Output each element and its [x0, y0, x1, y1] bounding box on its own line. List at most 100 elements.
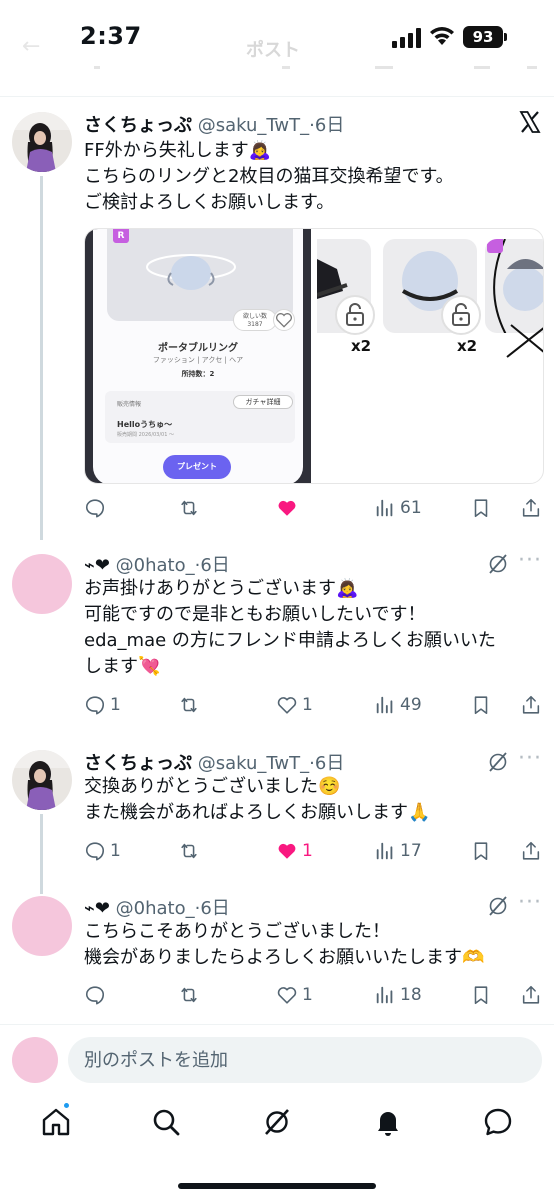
views-button[interactable]: 49 [374, 691, 422, 719]
post-text: FF外から失礼します🙇‍♀️ こちらのリングと2枚目の猫耳交換希望です。 ご検討… [84, 138, 544, 216]
repost-button[interactable] [178, 691, 204, 719]
add-post-input[interactable] [68, 1037, 542, 1083]
avatar[interactable] [12, 112, 72, 172]
present-button: プレゼント [163, 455, 231, 479]
more-options-icon[interactable]: ··· [518, 890, 542, 915]
heart-filled-icon [278, 500, 296, 516]
handle[interactable]: @saku_TwT_ [198, 753, 309, 774]
view-count: 18 [400, 985, 422, 1005]
item-name: ポータブルリング [158, 343, 238, 354]
like-button[interactable]: 1 [276, 837, 313, 865]
views-button[interactable]: 61 [374, 494, 422, 522]
notifications-icon [378, 1112, 398, 1136]
post[interactable]: さくちょっぷ @saku_TwT_·6日 ··· 交換ありがとうございました☺️… [0, 740, 554, 886]
post-text-line: FF外から失礼します🙇‍♀️ [84, 140, 272, 161]
reply-button[interactable] [84, 494, 110, 522]
bookmark-button[interactable] [470, 981, 492, 1009]
sales-label: 販売情報 [117, 401, 142, 408]
views-icon [376, 499, 393, 517]
display-name[interactable]: ⌁❤ [84, 555, 110, 576]
item-category: ファッション | アクセ | ヘア [152, 356, 244, 364]
repost-button[interactable] [178, 837, 204, 865]
display-name[interactable]: ⌁❤ [84, 898, 110, 919]
want-label: 欲しい数 [242, 313, 267, 320]
gacha-detail-button: ガチャ詳細 [233, 395, 293, 409]
post-text-line: 機会がありましたらよろしくお願いいたします🫶 [84, 947, 485, 968]
share-icon [522, 695, 540, 714]
like-count: 1 [302, 695, 313, 715]
timestamp[interactable]: ·6日 [195, 898, 230, 919]
reply-count: 1 [110, 841, 121, 861]
item-owned: 所持数：2 [181, 370, 215, 378]
post[interactable]: ⌁❤ @0hato_·6日 ··· お声掛けありがとうございます🙇‍♀️ 可能で… [0, 540, 554, 740]
handle[interactable]: @0hato_ [116, 555, 195, 576]
repost-button[interactable] [178, 981, 204, 1009]
bookmark-button[interactable] [470, 691, 492, 719]
avatar [12, 1037, 58, 1083]
timestamp[interactable]: ·6日 [309, 115, 344, 136]
bookmark-button[interactable] [470, 837, 492, 865]
avatar[interactable] [12, 750, 72, 810]
post-text: 交換ありがとうございました☺️ また機会があればよろしくお願いします🙏 [84, 774, 544, 826]
tab-messages[interactable] [482, 1106, 514, 1138]
post[interactable]: さくちょっぷ @saku_TwT_·6日 FF外から失礼します🙇‍♀️ こちらの… [0, 0, 554, 540]
share-button[interactable] [520, 691, 542, 719]
timestamp[interactable]: ·6日 [309, 753, 344, 774]
favorite-heart-icon [273, 309, 295, 331]
bookmark-button[interactable] [470, 494, 492, 522]
reply-button[interactable]: 1 [84, 837, 121, 865]
x-logo-icon [519, 111, 541, 133]
display-name[interactable]: さくちょっぷ [84, 115, 192, 136]
avatar[interactable] [12, 554, 72, 614]
timestamp[interactable]: ·6日 [195, 555, 230, 576]
views-button[interactable]: 17 [374, 837, 422, 865]
post-text-line: 交換ありがとうございました☺️ [84, 776, 341, 797]
media-image-1[interactable]: R 欲しい数 3187 ポータブルリング ファッション | アクセ | ヘア 所… [85, 229, 311, 483]
post[interactable]: ⌁❤ @0hato_·6日 ··· こちらこそありがとうございました！ 機会があ… [0, 886, 554, 1024]
reply-icon [85, 842, 105, 861]
share-button[interactable] [520, 981, 542, 1009]
more-options-icon[interactable]: ··· [518, 746, 542, 771]
item-preview [107, 229, 293, 321]
like-button[interactable]: 1 [276, 691, 313, 719]
view-count: 61 [400, 498, 422, 518]
share-button[interactable] [520, 494, 542, 522]
grok-icon[interactable] [486, 894, 510, 918]
grok-icon[interactable] [486, 750, 510, 774]
app-screenshot: R 欲しい数 3187 ポータブルリング ファッション | アクセ | ヘア 所… [93, 229, 303, 483]
grok-icon[interactable] [486, 552, 510, 576]
reply-button[interactable]: 1 [84, 691, 121, 719]
share-button[interactable] [520, 837, 542, 865]
like-button[interactable]: 1 [276, 981, 313, 1009]
post-media[interactable]: R 欲しい数 3187 ポータブルリング ファッション | アクセ | ヘア 所… [84, 228, 544, 484]
views-icon [376, 986, 393, 1004]
view-count: 49 [400, 695, 422, 715]
display-name[interactable]: さくちょっぷ [84, 753, 192, 774]
post-text-line: 可能ですので是非ともお願いしたいです！ [84, 604, 426, 625]
post-actions: 61 [84, 494, 544, 522]
handle[interactable]: @0hato_ [116, 898, 195, 919]
lock-icon [441, 295, 481, 335]
avatar[interactable] [12, 896, 72, 956]
heart-filled-icon [278, 843, 296, 859]
repost-button[interactable] [178, 494, 204, 522]
sales-period: 販売期間 2026/03/01 〜 [117, 432, 174, 438]
tab-home[interactable] [40, 1106, 72, 1138]
reply-button[interactable] [84, 981, 110, 1009]
post-header: さくちょっぷ @saku_TwT_·6日 [84, 749, 344, 775]
handle[interactable]: @saku_TwT_ [198, 115, 309, 136]
post-text: お声掛けありがとうございます🙇‍♀️ 可能ですので是非ともお願いしたいです！ e… [84, 576, 544, 680]
views-button[interactable]: 18 [374, 981, 422, 1009]
heart-icon [277, 697, 297, 714]
grok-icon [265, 1109, 289, 1135]
tab-notifications[interactable] [372, 1106, 404, 1138]
more-options-icon[interactable]: ··· [518, 548, 542, 573]
tab-bar [0, 1096, 554, 1156]
tab-search[interactable] [150, 1106, 182, 1138]
post-text-line: お声掛けありがとうございます🙇‍♀️ [84, 578, 359, 599]
like-button[interactable] [276, 494, 302, 522]
tab-grok[interactable] [261, 1106, 293, 1138]
share-icon [522, 841, 540, 860]
item-count: x2 [457, 337, 478, 355]
lock-icon [335, 295, 375, 335]
